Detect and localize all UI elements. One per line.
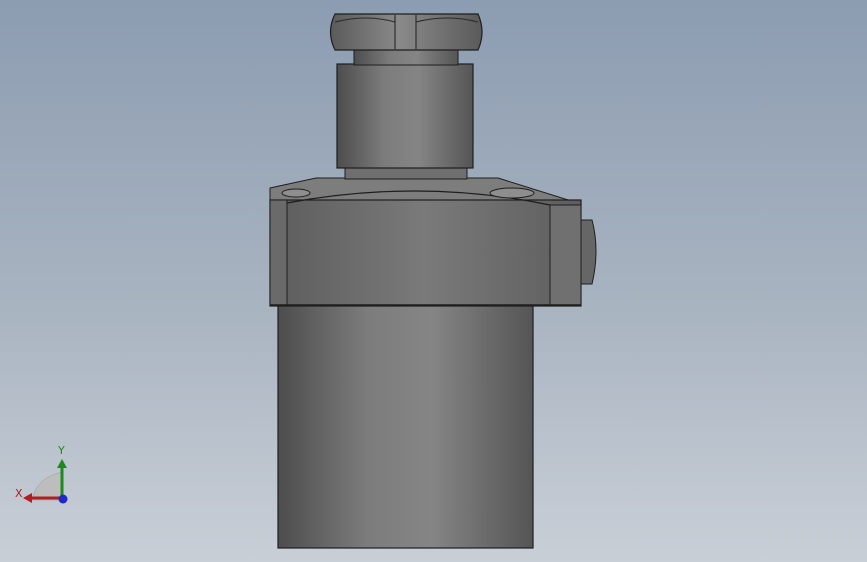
triad-quadrant [31, 471, 63, 501]
graphics-viewport[interactable]: Y X [0, 0, 867, 562]
upper-cylinder[interactable] [336, 63, 474, 180]
cad-model[interactable] [0, 0, 867, 562]
x-axis-label: X [15, 487, 23, 500]
center-block[interactable] [269, 177, 582, 307]
z-axis-dot-icon [58, 494, 68, 504]
y-axis-arrow-icon [57, 459, 67, 468]
hex-nut[interactable] [329, 13, 483, 51]
orientation-triad: Y X [15, 444, 68, 504]
y-axis-label: Y [57, 444, 65, 457]
nut-neck[interactable] [353, 49, 459, 66]
x-axis-arrow-icon [23, 493, 32, 503]
side-port[interactable] [580, 219, 597, 285]
lower-cylinder[interactable] [277, 304, 534, 549]
